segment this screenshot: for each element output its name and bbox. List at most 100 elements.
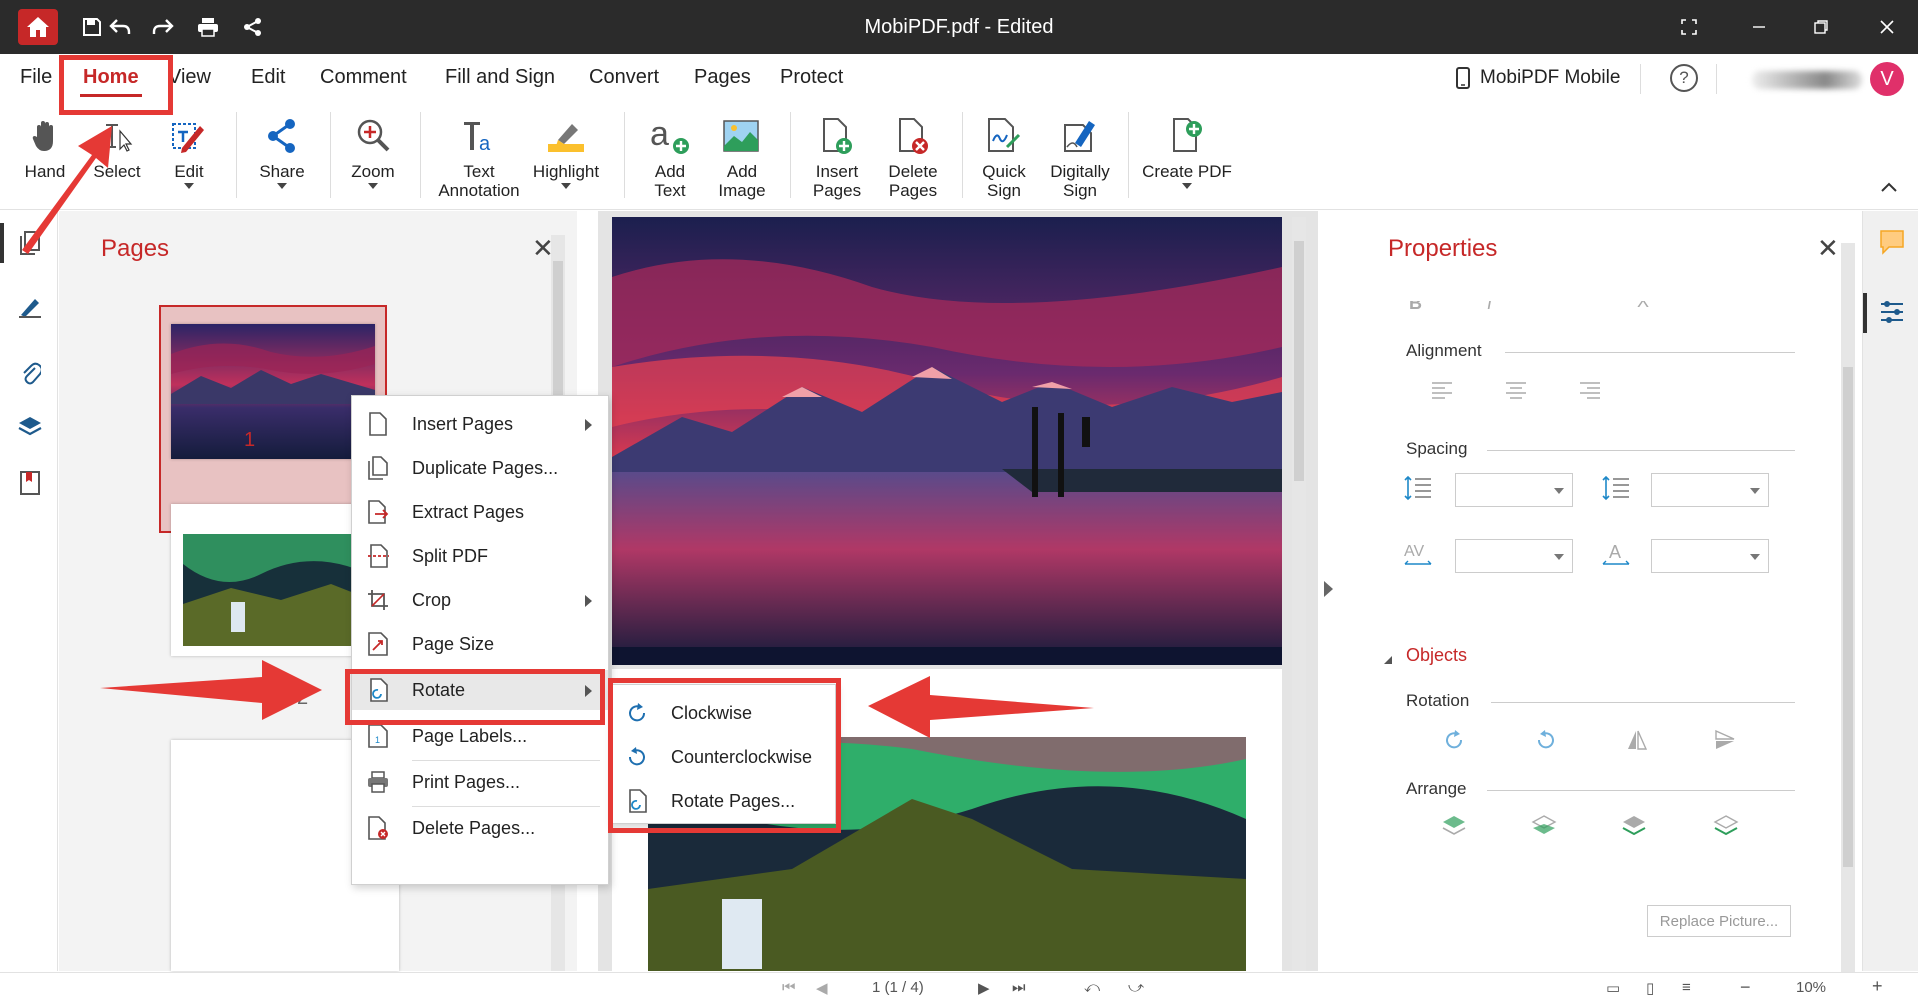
last-page-icon[interactable]: ⏭ xyxy=(1012,979,1026,996)
digitally-sign-tool[interactable]: Digitally Sign xyxy=(1042,114,1118,200)
menu-comment[interactable]: Comment xyxy=(320,66,407,89)
highlight-tool[interactable]: Highlight xyxy=(530,114,602,189)
text-annotation-tool[interactable]: a Text Annotation xyxy=(432,114,526,200)
menu-fill-and-sign[interactable]: Fill and Sign xyxy=(445,66,555,89)
add-text-tool[interactable]: a Add Text xyxy=(640,114,700,200)
menu-item-crop[interactable]: Crop xyxy=(352,580,608,620)
page-indicator[interactable]: 1 (1 / 4) xyxy=(872,979,924,996)
continuous-page-icon[interactable]: ≡ xyxy=(1682,979,1691,996)
menu-item-duplicate-pages[interactable]: Duplicate Pages... xyxy=(352,448,608,488)
paragraph-spacing-select[interactable] xyxy=(1651,473,1769,507)
properties-panel: Properties ✕ B I X Alignment Spacing AV … xyxy=(1345,211,1863,973)
add-image-tool[interactable]: Add Image xyxy=(712,114,772,200)
character-spacing-select[interactable] xyxy=(1455,539,1573,573)
delete-pages-label-1: Delete xyxy=(888,162,938,181)
text-annotation-icon: a xyxy=(432,114,526,158)
crop-icon xyxy=(366,588,390,612)
menu-protect[interactable]: Protect xyxy=(780,66,843,89)
replace-picture-button[interactable]: Replace Picture... xyxy=(1647,905,1791,937)
insert-pages-tool[interactable]: Insert Pages xyxy=(800,114,874,200)
signature-panel-icon[interactable] xyxy=(14,291,46,323)
menu-convert[interactable]: Convert xyxy=(589,66,659,89)
align-right-icon[interactable] xyxy=(1573,375,1607,405)
quick-sign-icon xyxy=(972,114,1036,158)
edit-tool[interactable]: Edit xyxy=(160,114,218,189)
properties-panel-icon[interactable] xyxy=(1879,299,1905,330)
menu-file[interactable]: File xyxy=(20,66,52,89)
create-pdf-tool[interactable]: Create PDF xyxy=(1140,114,1234,189)
flip-vertical-icon[interactable] xyxy=(1708,725,1742,755)
pages-panel-icon[interactable] xyxy=(14,227,46,259)
character-spacing-icon: AV xyxy=(1401,539,1435,569)
line-spacing-select[interactable] xyxy=(1455,473,1573,507)
user-name[interactable] xyxy=(1752,71,1862,89)
add-text-label-1: Add xyxy=(654,162,686,181)
layers-icon[interactable] xyxy=(14,411,46,443)
bookmark-icon[interactable] xyxy=(14,467,46,499)
rotate-highlight-box xyxy=(345,669,605,725)
objects-expand-icon[interactable] xyxy=(1383,652,1393,670)
menu-item-print-pages[interactable]: Print Pages... xyxy=(352,762,608,802)
rotate-submenu-highlight-box xyxy=(608,678,841,833)
add-image-label-1: Add xyxy=(726,162,758,181)
help-icon[interactable]: ? xyxy=(1670,64,1698,92)
rotate-view-left-icon[interactable]: ⤺ xyxy=(1084,979,1100,996)
delete-pages-label-2: Pages xyxy=(888,181,938,200)
zoom-level[interactable]: 10% xyxy=(1796,979,1826,996)
document-scrollbar[interactable] xyxy=(1292,217,1306,971)
menu-view[interactable]: View xyxy=(168,66,211,89)
first-page-icon[interactable]: ⏮ xyxy=(782,979,796,996)
menu-pages[interactable]: Pages xyxy=(694,66,751,89)
align-left-icon[interactable] xyxy=(1425,375,1459,405)
comment-panel-icon[interactable] xyxy=(1879,229,1905,260)
delete-pages-tool[interactable]: Delete Pages xyxy=(878,114,948,200)
menu-item-extract-pages[interactable]: Extract Pages xyxy=(352,492,608,532)
select-tool[interactable]: Select xyxy=(88,114,146,181)
close-properties-icon[interactable]: ✕ xyxy=(1817,233,1839,264)
menu-edit[interactable]: Edit xyxy=(251,66,285,89)
bring-to-front-icon[interactable] xyxy=(1437,811,1471,841)
flip-horizontal-icon[interactable] xyxy=(1620,725,1654,755)
font-scale-select[interactable] xyxy=(1651,539,1769,573)
avatar[interactable]: V xyxy=(1870,62,1904,96)
zoom-tool[interactable]: Zoom xyxy=(342,114,404,189)
add-text-icon: a xyxy=(640,114,700,158)
align-center-icon[interactable] xyxy=(1499,375,1533,405)
hand-tool[interactable]: Hand xyxy=(22,114,68,181)
rotate-counterclockwise-icon[interactable] xyxy=(1529,725,1563,755)
next-page-icon[interactable]: ▶ xyxy=(978,979,990,997)
menu-item-split-pdf[interactable]: Split PDF xyxy=(352,536,608,576)
edit-icon xyxy=(160,114,218,158)
bring-forward-icon[interactable] xyxy=(1527,811,1561,841)
menu-item-delete-pages[interactable]: Delete Pages... xyxy=(352,808,608,848)
close-window-icon[interactable] xyxy=(1872,14,1902,40)
send-backward-icon[interactable] xyxy=(1617,811,1651,841)
mobipdf-mobile-link[interactable]: MobiPDF Mobile xyxy=(1456,67,1620,89)
page-thumbnail-1[interactable] xyxy=(171,324,375,459)
svg-text:a: a xyxy=(479,133,491,154)
objects-label[interactable]: Objects xyxy=(1406,645,1467,666)
rotate-clockwise-icon[interactable] xyxy=(1437,725,1471,755)
quick-sign-tool[interactable]: Quick Sign xyxy=(972,114,1036,200)
zoom-out-icon[interactable]: − xyxy=(1740,977,1751,998)
minimize-icon[interactable] xyxy=(1744,14,1774,40)
send-to-back-icon[interactable] xyxy=(1709,811,1743,841)
menu-item-page-size[interactable]: Page Size xyxy=(352,624,608,664)
attachment-icon[interactable] xyxy=(14,357,46,389)
share-tool[interactable]: Share xyxy=(252,114,312,189)
svg-text:A: A xyxy=(1609,542,1621,562)
single-page-icon[interactable]: ▯ xyxy=(1646,979,1654,997)
text-cursor-icon xyxy=(88,114,146,158)
reading-mode-icon[interactable]: ▭ xyxy=(1606,979,1620,997)
share-icon xyxy=(252,114,312,158)
collapse-ribbon-icon[interactable] xyxy=(1880,180,1898,198)
expand-panel-arrow-icon[interactable] xyxy=(1322,580,1334,603)
phone-icon xyxy=(1456,67,1470,89)
menu-item-insert-pages[interactable]: Insert Pages xyxy=(352,404,608,444)
fullscreen-icon[interactable] xyxy=(1674,14,1704,40)
rotate-view-right-icon[interactable]: ⤻ xyxy=(1128,979,1144,996)
document-page-1-image[interactable] xyxy=(612,217,1282,665)
properties-scrollbar[interactable] xyxy=(1841,243,1855,973)
restore-icon[interactable] xyxy=(1806,14,1836,40)
previous-page-icon[interactable]: ◀ xyxy=(816,979,828,997)
